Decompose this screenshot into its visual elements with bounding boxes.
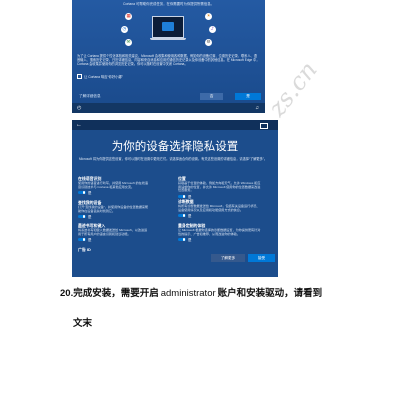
- setting-heading: 广告 ID: [78, 247, 91, 252]
- toggle-switch[interactable]: [178, 194, 186, 199]
- music-icon: [209, 26, 216, 33]
- setting-tailored-experiences: 量身定制的体验 让 Microsoft 根据你选择的诊断数据设置，为你提供更有针…: [178, 223, 262, 242]
- toggle-switch[interactable]: [78, 237, 86, 242]
- laptop-base: [150, 38, 186, 40]
- setting-online-speech: 在线语音识别 使用你的语音进行听写，并使用 Microsoft 的在线语音识别技…: [78, 176, 150, 195]
- cortana-setup-screenshot: Cortana 可帮助你完成任务，在你需要时为你提供所需信息。 为了让 Cort…: [72, 0, 265, 113]
- laptop-illustration: [150, 16, 186, 41]
- settings-icon: [205, 39, 212, 46]
- calendar-icon: [125, 13, 132, 20]
- oobe-bottom-bar: [72, 103, 265, 113]
- toggle-label: 是: [188, 237, 192, 242]
- step-number: 20.: [60, 288, 74, 299]
- document-page: Cortana 可帮助你完成任务，在你需要时为你提供所需信息。 为了让 Cort…: [0, 0, 400, 400]
- setting-description: 将墨迹书写和键入数据发送给 Microsoft，以改进适用于所有用户的语言识别和…: [78, 227, 148, 236]
- laptop-screen: [152, 16, 184, 38]
- setting-description: 获取基于位置的体验，例如方向和天气。允许 Windows 和应用请求你的位置，并…: [178, 180, 261, 193]
- cortana-voice-checkbox-row[interactable]: 让 Cortana 响应“你好小娜”: [77, 74, 123, 79]
- setting-description: 将所有诊断数据发送给 Microsoft，包括有关设备运行状况、设备使用情况以及…: [178, 203, 260, 212]
- setting-toggle-row[interactable]: 是: [78, 238, 150, 242]
- toggle-label: 是: [188, 213, 192, 218]
- step-instruction: 20.完成安装，需要开启 administrator 账户和安装驱动，请看到: [60, 288, 322, 300]
- toggle-switch[interactable]: [178, 237, 186, 242]
- setting-find-my-device: 查找我的设备 打开“查找我的设备”，并使用你设备的位置数据来帮助你在设备丢失时找…: [78, 200, 150, 219]
- toggle-switch[interactable]: [78, 214, 86, 219]
- setting-toggle-row[interactable]: 是: [78, 215, 150, 219]
- setting-toggle-row[interactable]: 是: [178, 195, 262, 199]
- watermark: zs.cn: [262, 56, 323, 122]
- cortana-description: 为了让 Cortana 提供个性化体验和相关建议，Microsoft 会收集和使…: [77, 54, 260, 67]
- cortana-voice-checkbox[interactable]: [77, 74, 82, 79]
- learn-more-button[interactable]: 了解更多: [211, 254, 245, 262]
- setting-inking-typing: 墨迹书写和键入 将墨迹书写和键入数据发送给 Microsoft，以改进适用于所有…: [78, 223, 150, 242]
- mail-icon: [125, 39, 132, 46]
- cortana-header-text: Cortana 可帮助你完成任务，在你需要时为你提供所需信息。: [123, 2, 214, 6]
- toggle-label: 是: [88, 237, 92, 242]
- yes-button[interactable]: 是: [235, 93, 261, 100]
- window-top-bar: [72, 120, 278, 130]
- setting-description: 使用你的语音进行听写，并使用 Microsoft 的在线语音识别技术与 Cort…: [78, 180, 148, 189]
- setting-toggle-row[interactable]: 是: [178, 214, 262, 218]
- toggle-label: 是: [188, 194, 192, 199]
- page-subtitle: Microsoft 将为你提供这些设置，你可以随时在设置中更改它们。请选择适合你…: [79, 157, 268, 161]
- no-button[interactable]: 否: [200, 93, 223, 100]
- reminder-icon: [121, 26, 128, 33]
- step-text-c: 账户和安装驱动，请看到: [217, 288, 323, 299]
- step-text-account: administrator: [160, 288, 216, 299]
- setting-description: 让 Microsoft 根据你选择的诊断数据设置，为你提供更有针对性的提示、广告…: [178, 227, 261, 236]
- accept-button[interactable]: 接受: [248, 254, 275, 262]
- page-title: 为你的设备选择隐私设置: [111, 141, 239, 153]
- toggle-label: 是: [88, 214, 92, 219]
- toggle-switch[interactable]: [78, 190, 86, 195]
- step-instruction-continued: 文末: [73, 318, 93, 329]
- back-arrow-icon[interactable]: [76, 121, 82, 129]
- speaker-icon[interactable]: [255, 105, 259, 111]
- cortana-voice-checkbox-label: 让 Cortana 响应“你好小娜”: [84, 74, 123, 79]
- setting-diagnostic-data: 诊断数据 将所有诊断数据发送给 Microsoft，包括有关设备运行状况、设备使…: [178, 199, 262, 218]
- accessibility-icon[interactable]: [77, 105, 81, 111]
- step-text-a: 完成安装，需要开启: [73, 288, 159, 299]
- setting-advertising-id: 广告 ID: [78, 247, 150, 253]
- setting-location: 位置 获取基于位置的体验，例如方向和天气。允许 Windows 和应用请求你的位…: [178, 176, 262, 199]
- toggle-switch[interactable]: [178, 213, 186, 218]
- setting-toggle-row[interactable]: 是: [178, 238, 262, 242]
- setting-toggle-row[interactable]: 是: [78, 191, 150, 195]
- window-restore-icon[interactable]: [260, 123, 268, 129]
- toggle-label: 是: [88, 190, 92, 195]
- learn-more-link[interactable]: 了解详细信息: [79, 93, 109, 100]
- setting-description: 打开“查找我的设备”，并使用你设备的位置数据来帮助你在设备丢失时找到它。: [78, 204, 149, 213]
- weather-icon: [205, 13, 212, 20]
- privacy-settings-screenshot: 为你的设备选择隐私设置 Microsoft 将为你提供这些设置，你可以随时在设置…: [72, 120, 278, 277]
